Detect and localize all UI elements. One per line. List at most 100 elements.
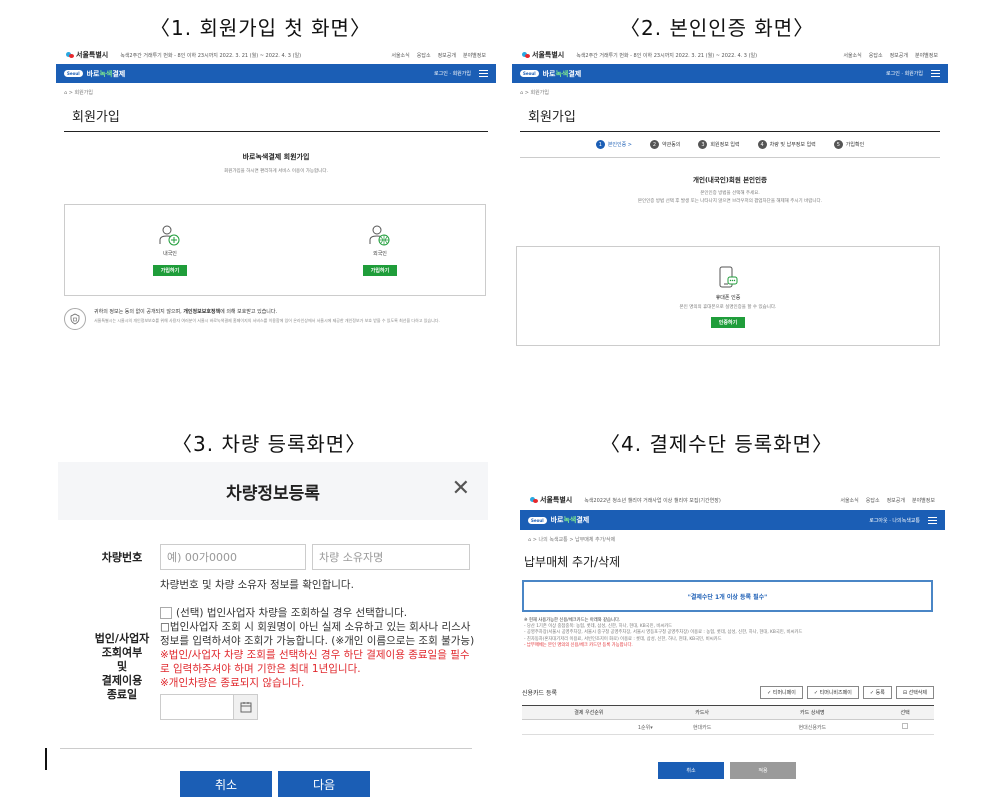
card-domestic[interactable]: 내국인 가입하기 xyxy=(65,205,275,295)
signup-heading: 바로녹색결제 회원가입 xyxy=(242,153,310,161)
screenshot-payment-registration: 서울특별시 녹색2022년 청소년 챌리야 거래사업 이상 챌리야 모집(기간연… xyxy=(520,490,945,782)
seoul-logo-icon xyxy=(522,52,530,58)
card-foreigner[interactable]: 외국인 가입하기 xyxy=(275,205,485,295)
page-title: 회원가입 xyxy=(64,102,488,132)
screenshot-signup-first: 서울특별시 녹색2주간 거래투기 번화 - 8인 이하 23시까지 2022. … xyxy=(56,46,496,348)
link-info-disclosure[interactable]: 정보공개 xyxy=(438,52,456,59)
corp-line-2: □법인사업자 조회 시 회원명이 아닌 실제 소유하고 있는 회사나 리스사 xyxy=(160,621,471,633)
privacy-body: 서울특별시는 시울시의 개인정보보호를 위해 사용자 여러분이 서울시 바로녹색… xyxy=(94,318,440,323)
corp-line-3: 정보를 입력하셔야 조회가 가능합니다. (※개인 이름으로는 조회 불가능) xyxy=(160,635,475,647)
login-signup-link[interactable]: 로그인 · 회원가입 xyxy=(886,70,923,77)
hamburger-menu-icon[interactable] xyxy=(479,70,488,77)
link-eungdapso[interactable]: 응답소 xyxy=(869,52,883,59)
member-type-panel: 내국인 가입하기 외국인 가입하기 xyxy=(64,204,486,296)
register-button[interactable]: ✓ 등록 xyxy=(862,686,892,699)
priority-select[interactable]: 1순위▾ xyxy=(522,719,656,735)
close-icon[interactable]: ✕ xyxy=(452,476,470,501)
hamburger-menu-icon[interactable] xyxy=(931,70,940,77)
tmoney-pay-button[interactable]: ✓ 티머니페이 xyxy=(760,686,803,699)
verify-sub2: 본인인증 방법 선택 후 발생 또는 나타나지 않으면 브라우저의 팝업차단을 … xyxy=(637,199,823,204)
notice-text[interactable]: 녹색2주간 거래투기 번화 - 8인 이하 23시까지 2022. 3. 21 … xyxy=(576,52,843,59)
end-date-input[interactable] xyxy=(160,694,258,720)
main-nav-bar: Seoul 바로 녹색 결제 로그인 · 회원가입 xyxy=(56,64,496,83)
card-notes: ※ 현재 사용가능한 신용/체크카드는 아래와 같습니다. - 당산 1기존 이… xyxy=(524,618,803,648)
main-nav-bar: Seoul 바로 녹색 결제 로그인 · 회원가입 xyxy=(512,64,948,83)
notice-text[interactable]: 녹색2022년 청소년 챌리야 거래사업 이상 챌리야 모집(기간연장) xyxy=(584,497,840,504)
col-card-company: 카드사 xyxy=(655,705,749,720)
foreigner-label: 외국인 xyxy=(373,251,387,257)
calendar-icon[interactable] xyxy=(233,695,257,719)
link-info-disclosure[interactable]: 정보공개 xyxy=(890,52,908,59)
breadcrumb: ⌂ > 나의 녹색교통 > 납부매체 추가/삭제 xyxy=(528,537,616,543)
row-checkbox[interactable] xyxy=(902,723,909,729)
privacy-notice: 귀하의 정보는 동의 없이 공개되지 않으며, 개인정보보호정책에 의해 보호받… xyxy=(64,308,492,330)
foreigner-signup-button[interactable]: 가입하기 xyxy=(362,265,398,276)
top-strip: 서울특별시 녹색2주간 거래투기 번화 - 8인 이하 23시까지 2022. … xyxy=(512,46,948,64)
signup-steps: 1 본인인증 > 2 약관동의 3 회원정보 입력 4 차량 및 납부정보 입력 5 가입… xyxy=(520,132,940,158)
step-member-info: 3 회원정보 입력 xyxy=(698,140,740,149)
seoul-logo[interactable]: 서울특별시 xyxy=(530,495,572,505)
login-signup-link[interactable]: 로그인 · 회원가입 xyxy=(434,70,471,77)
link-seoul-news[interactable]: 서울소식 xyxy=(840,497,858,504)
cancel-button[interactable]: 취소 xyxy=(658,762,724,779)
link-info-disclosure[interactable]: 정보공개 xyxy=(887,497,905,504)
text-cursor xyxy=(45,748,47,770)
col-select: 선택 xyxy=(876,705,934,720)
brand-logo[interactable]: Seoul 바로 녹색 결제 xyxy=(64,69,125,79)
seoul-logo[interactable]: 서울특별시 xyxy=(66,50,108,60)
delete-selected-button[interactable]: ⊟ 선택삭제 xyxy=(895,686,934,699)
notice-text[interactable]: 녹색2주간 거래투기 번화 - 8인 이하 23시까지 2022. 3. 21 … xyxy=(120,52,391,59)
car-owner-input[interactable]: 차량 소유자명 xyxy=(312,544,470,570)
verify-heading: 개인(내국인)회원 본인인증 xyxy=(693,176,767,184)
required-box: "결제수단 1개 이상 등록 필수" xyxy=(522,580,933,612)
section-title: 신용카드 등록 xyxy=(522,690,558,697)
corp-checkbox[interactable] xyxy=(160,607,172,619)
link-field-info[interactable]: 분야별정보 xyxy=(912,497,935,504)
corp-red-line-2: 로 입력하주셔야 하며 기한은 최대 1년입니다. xyxy=(160,663,361,675)
brand-logo[interactable]: Seoul 바로 녹색 결제 xyxy=(528,515,589,525)
link-field-info[interactable]: 분야별정보 xyxy=(463,52,486,59)
car-help-text: 차량번호 및 차량 소유자 정보를 확인합니다. xyxy=(160,579,354,591)
next-button[interactable]: 다음 xyxy=(278,771,370,797)
link-eungdapso[interactable]: 응답소 xyxy=(417,52,431,59)
corp-red-line-1: ※법인/사업자 차량 조회를 선택하신 경우 하단 결제이용 종료일을 필수 xyxy=(160,649,470,661)
cancel-button[interactable]: 취소 xyxy=(180,771,272,797)
domestic-signup-button[interactable]: 가입하기 xyxy=(152,265,188,276)
link-field-info[interactable]: 분야별정보 xyxy=(915,52,938,59)
brand-logo[interactable]: Seoul 바로 녹색 결제 xyxy=(520,69,581,79)
breadcrumb: ⌂ > 회원가입 xyxy=(520,90,549,96)
apply-button[interactable]: 적용 xyxy=(730,762,796,779)
step-vehicle-payment: 4 차량 및 납부정보 입력 xyxy=(757,140,816,149)
seoul-logo[interactable]: 서울특별시 xyxy=(522,50,564,60)
required-text: "결제수단 1개 이상 등록 필수" xyxy=(687,593,768,601)
link-seoul-news[interactable]: 서울소식 xyxy=(843,52,861,59)
hamburger-menu-icon[interactable] xyxy=(928,516,937,524)
verify-button[interactable]: 인증하기 xyxy=(710,316,746,328)
credit-card-section: 신용카드 등록 ✓ 티머니페이 ✓ 티머니비즈페이 ✓ 등록 ⊟ 선택삭제 결제… xyxy=(522,686,934,735)
seoul-logo-icon xyxy=(66,52,74,58)
tmoney-biz-pay-button[interactable]: ✓ 티머니비즈페이 xyxy=(806,686,859,699)
main-nav-bar: Seoul 바로 녹색 결제 로그아웃 · 나의녹색교통 xyxy=(520,510,945,530)
label-car-number: 차량번호 xyxy=(101,551,143,564)
car-number-input[interactable]: 예) 00가0000 xyxy=(160,544,306,570)
modal-title: 차량정보등록 xyxy=(226,483,320,504)
modal-header: 차량정보등록 ✕ xyxy=(58,462,488,520)
user-plus-icon xyxy=(159,225,180,246)
shield-icon xyxy=(64,308,86,330)
seoul-logo-icon xyxy=(530,497,538,503)
caption-identity-verification: 〈2. 본인인증 화면〉 xyxy=(620,16,815,40)
modal-divider xyxy=(60,748,472,749)
link-seoul-news[interactable]: 서울소식 xyxy=(391,52,409,59)
caption-signup-first: 〈1. 회원가입 첫 화면〉 xyxy=(150,16,371,40)
page-title: 회원가입 xyxy=(520,102,940,132)
link-eungdapso[interactable]: 응답소 xyxy=(866,497,880,504)
top-strip: 서울특별시 녹색2022년 청소년 챌리야 거래사업 이상 챌리야 모집(기간연… xyxy=(520,490,945,510)
phone-verify-card: 휴대폰 인증 본인 명의의 휴대폰으로 실명인증을 할 수 있습니다. 인증하기 xyxy=(516,246,940,346)
user-globe-icon xyxy=(369,225,390,246)
breadcrumb: ⌂ > 회원가입 xyxy=(64,90,93,96)
caption-payment-registration: 〈4. 결제수단 등록화면〉 xyxy=(600,432,833,456)
logout-link[interactable]: 로그아웃 · 나의녹색교통 xyxy=(869,517,920,524)
phone-verify-title: 휴대폰 인증 xyxy=(715,294,741,301)
col-card-detail: 카드 상세명 xyxy=(748,705,877,720)
privacy-policy-link[interactable]: 개인정보보호정책 xyxy=(183,309,220,315)
